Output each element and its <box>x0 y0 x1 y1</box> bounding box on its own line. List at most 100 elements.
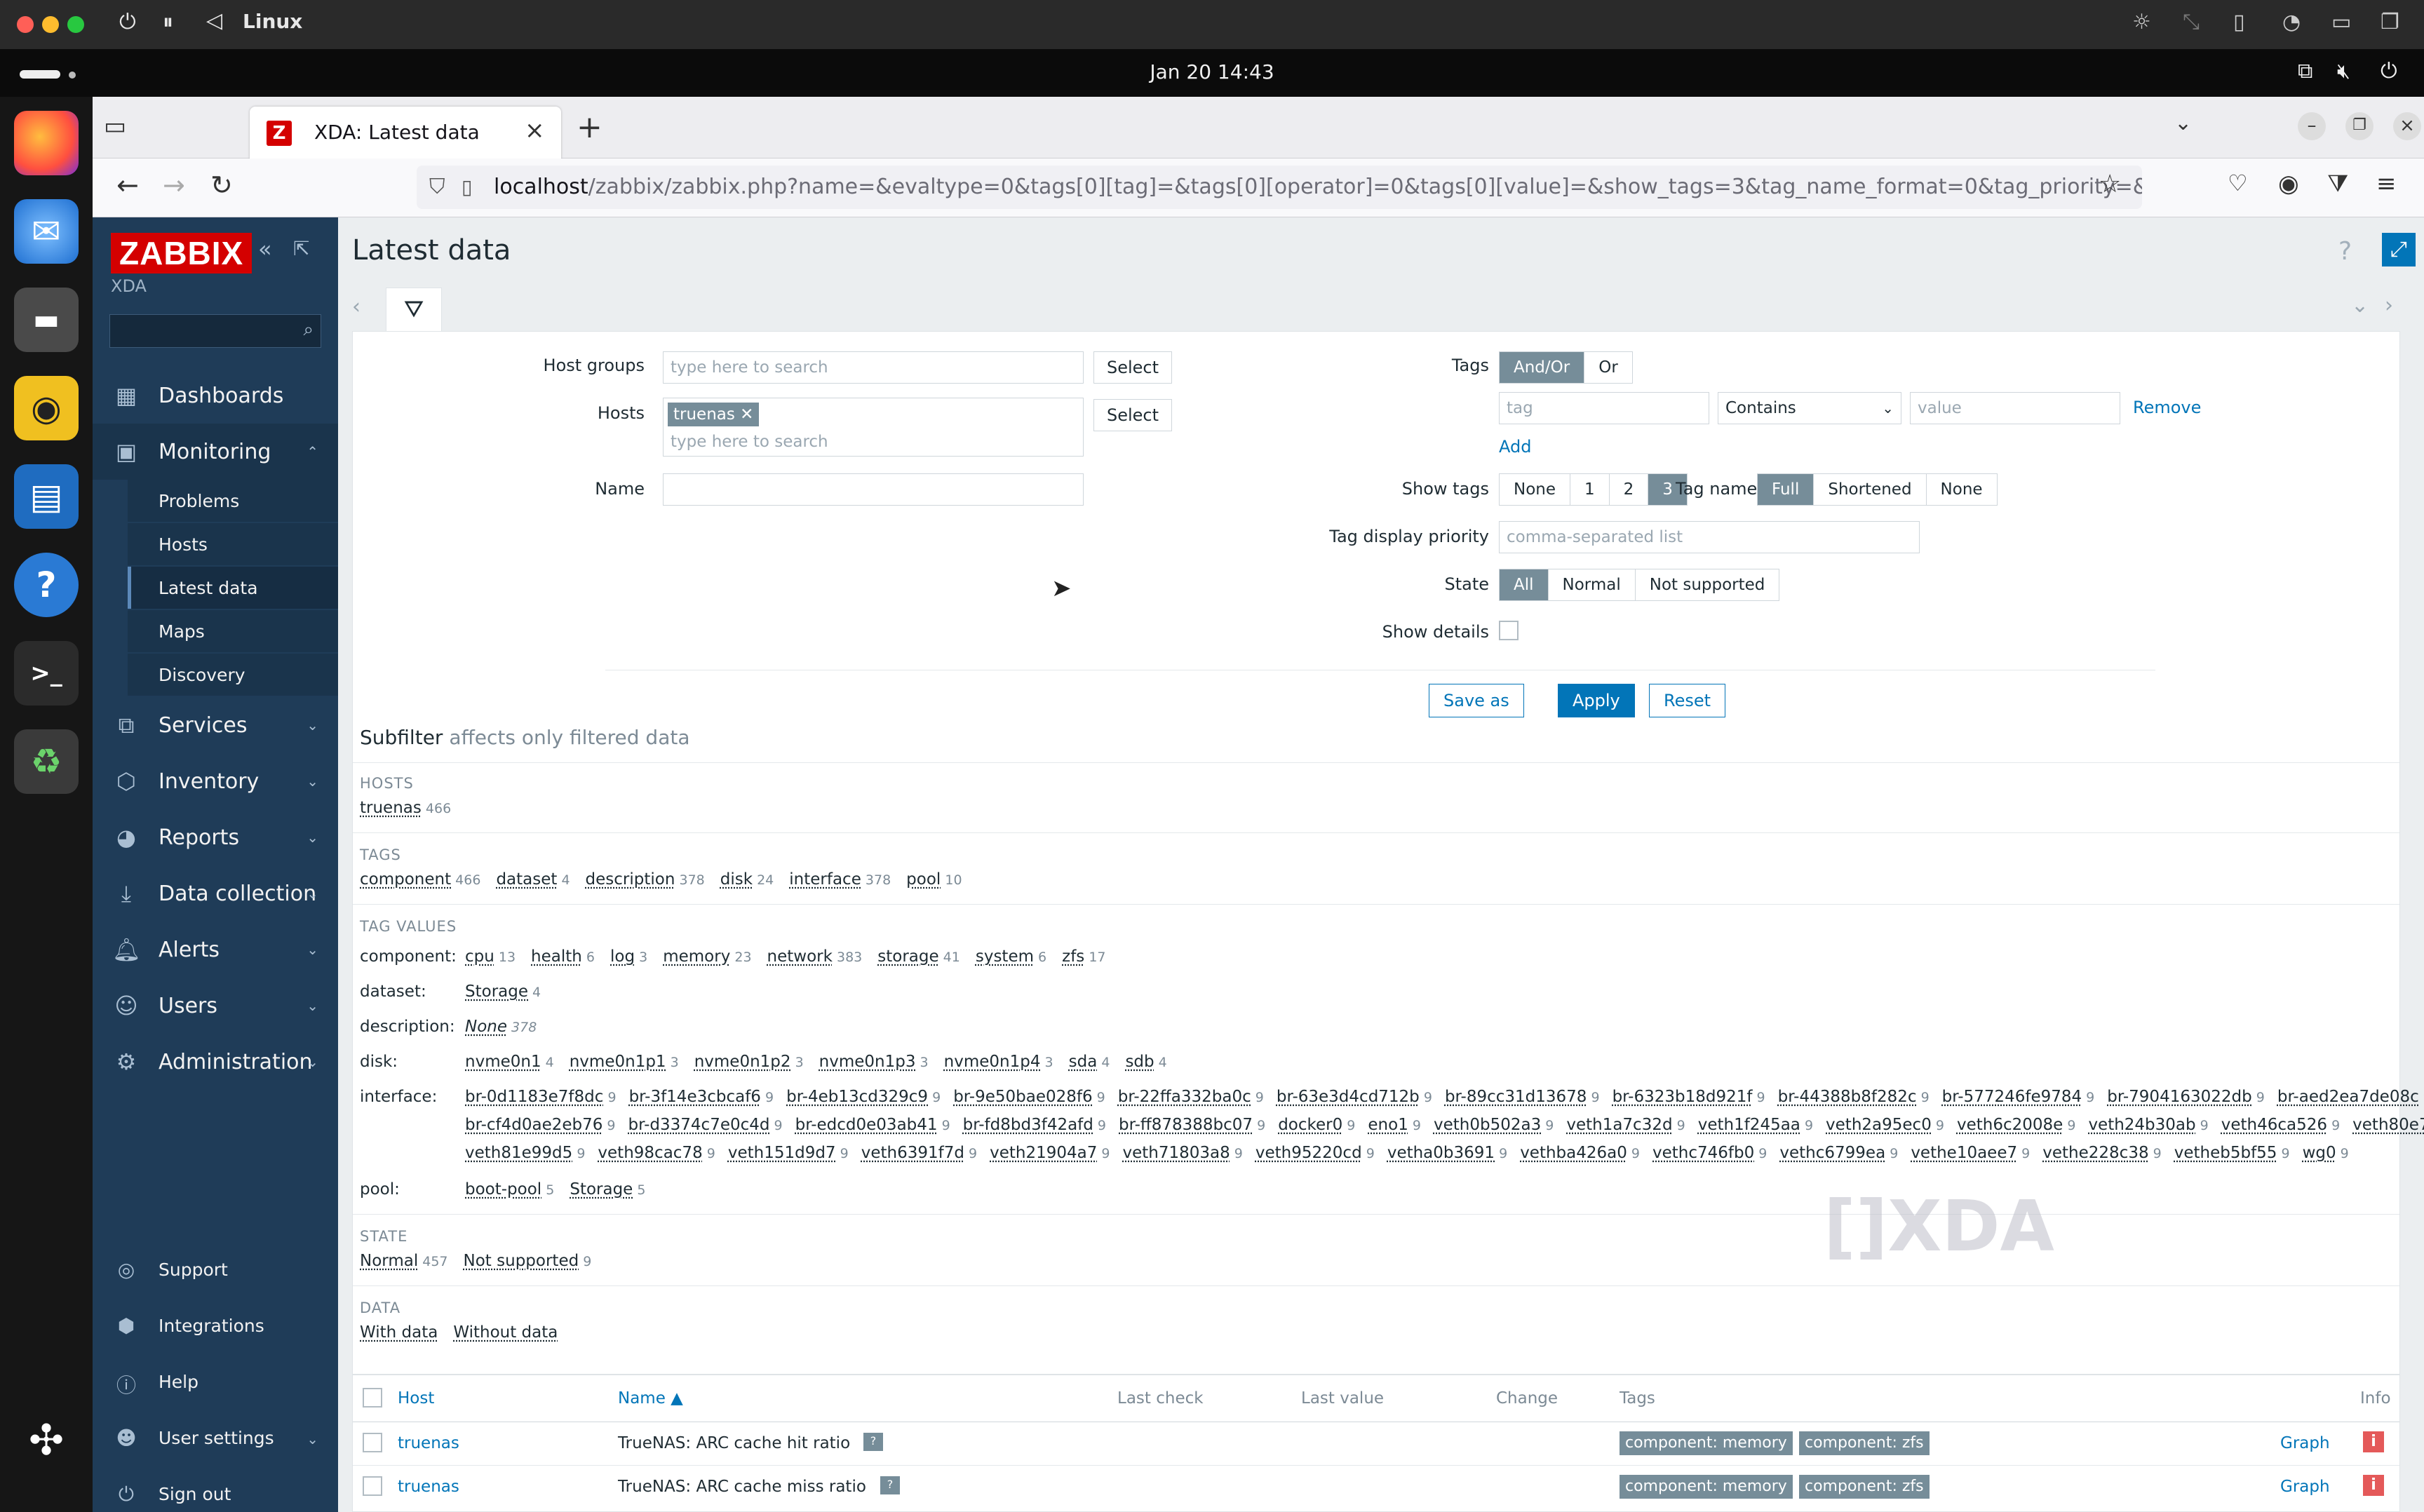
subfilter-value[interactable]: br-44388b8f282c 9 <box>1778 1088 1930 1106</box>
chip-remove-icon[interactable]: ✕ <box>740 405 753 424</box>
power-menu-icon[interactable]: ⏻ <box>2381 59 2397 83</box>
gauge-icon[interactable]: ◔ <box>2282 10 2301 34</box>
row-host-link[interactable]: truenas <box>398 1434 459 1452</box>
subfilter-value[interactable]: vethe228c38 9 <box>2042 1144 2161 1162</box>
subfilter-value[interactable]: veth46ca526 9 <box>2221 1116 2340 1134</box>
tag-name-none[interactable]: None <box>1926 474 1997 505</box>
terminal-icon[interactable]: >_ <box>14 641 79 706</box>
window-restore-button[interactable]: ❐ <box>2345 112 2374 140</box>
subfilter-value[interactable]: memory 23 <box>663 947 751 966</box>
menu-administration[interactable]: ⚙ Administration ⌄ <box>93 1034 338 1090</box>
subfilter-value[interactable]: br-4eb13cd329c9 9 <box>786 1088 941 1106</box>
subfilter-value[interactable]: nvme0n1p3 3 <box>819 1053 929 1071</box>
menu-monitoring[interactable]: ▣ Monitoring ⌃ <box>93 424 338 480</box>
subfilter-value[interactable]: nvme0n1p4 3 <box>944 1053 1053 1071</box>
rhythmbox-icon[interactable]: ◉ <box>14 376 79 440</box>
extensions-icon[interactable]: ⧩ <box>2327 170 2348 198</box>
description-icon[interactable]: ? <box>880 1476 900 1494</box>
subfilter-value[interactable]: vethc746fb0 9 <box>1652 1144 1767 1162</box>
subfilter-value[interactable]: br-7904163022db 9 <box>2107 1088 2265 1106</box>
help-dock-icon[interactable]: ? <box>14 553 79 617</box>
fullscreen-icon[interactable]: ⤢ <box>2382 233 2416 266</box>
subfilter-value[interactable]: veth0b502a3 9 <box>1434 1116 1554 1134</box>
subfilter-value[interactable]: br-22ffa332ba0c 9 <box>1118 1088 1264 1106</box>
row-checkbox[interactable] <box>363 1476 382 1496</box>
row-info-error-icon[interactable]: i <box>2363 1475 2384 1496</box>
subfilter-value[interactable]: veth1a7c32d 9 <box>1566 1116 1685 1134</box>
footer-help[interactable]: ⓘ Help <box>93 1355 338 1411</box>
close-tab-icon[interactable]: × <box>525 116 545 144</box>
subfilter-value[interactable]: component 466 <box>360 870 480 889</box>
window-close-button[interactable]: × <box>2393 112 2421 140</box>
tag-operator-select[interactable]: Contains ⌄ <box>1718 392 1901 424</box>
state-normal[interactable]: Normal <box>1548 569 1636 600</box>
subfilter-value[interactable]: Without data <box>453 1323 558 1342</box>
subfilter-value[interactable]: veth24b30ab 9 <box>2088 1116 2208 1134</box>
firefox-icon[interactable] <box>14 111 79 175</box>
chevron-down-icon[interactable]: ⌄ <box>2351 293 2369 318</box>
windows-icon[interactable]: ❐ <box>2381 10 2399 34</box>
subfilter-value[interactable]: vethc6799ea 9 <box>1779 1144 1898 1162</box>
menu-data-collection[interactable]: ⤓ Data collection ⌄ <box>93 865 338 922</box>
folder-share-icon[interactable]: ▭ <box>2331 10 2351 34</box>
subfilter-value[interactable]: br-89cc31d13678 9 <box>1445 1088 1600 1106</box>
row-name[interactable]: TrueNAS: ARC cache hit ratio <box>618 1434 850 1452</box>
pause-icon[interactable]: ⏸ <box>163 10 173 34</box>
subfilter-value[interactable]: vetheb5bf55 9 <box>2174 1144 2290 1162</box>
show-tags-1[interactable]: 1 <box>1570 474 1610 505</box>
subfilter-value[interactable]: veth80e7bb7 9 <box>2352 1116 2424 1134</box>
search-icon[interactable]: ⌕ <box>303 319 314 341</box>
add-tag-link[interactable]: Add <box>1499 437 1531 457</box>
subfilter-value[interactable]: wg0 9 <box>2303 1144 2349 1162</box>
chevron-right-icon[interactable]: › <box>2385 293 2393 318</box>
subfilter-value[interactable]: veth21904a7 9 <box>990 1144 1110 1162</box>
subfilter-value[interactable]: pool 10 <box>906 870 962 889</box>
hosts-input[interactable]: truenas ✕ type here to search <box>663 398 1084 457</box>
page-info-icon[interactable]: ▯ <box>462 166 472 209</box>
subfilter-value[interactable]: truenas 466 <box>360 799 451 817</box>
subfilter-value[interactable]: log 3 <box>610 947 647 966</box>
zabbix-logo[interactable]: ZABBIX <box>111 233 252 274</box>
footer-integrations[interactable]: ⬢ Integrations <box>93 1299 338 1355</box>
filter-icon[interactable]: ⛛ <box>386 288 442 332</box>
clock[interactable]: Jan 20 14:43 <box>0 60 2424 83</box>
subfilter-value[interactable]: br-fd8bd3f42afd 9 <box>963 1116 1106 1134</box>
remove-tag-link[interactable]: Remove <box>2133 398 2201 417</box>
subfilter-value[interactable]: boot-pool 5 <box>465 1180 554 1199</box>
compact-view-icon[interactable]: ⇱ <box>293 237 309 260</box>
subfilter-value[interactable]: disk 24 <box>720 870 774 889</box>
window-minimize-button[interactable]: – <box>2298 112 2326 140</box>
subfilter-value[interactable]: docker0 9 <box>1278 1116 1355 1134</box>
back-arrow-icon[interactable]: ← <box>116 170 139 201</box>
usb-icon[interactable]: ▯ <box>2233 10 2245 34</box>
tag-name-toggle[interactable]: Full Shortened None <box>1757 473 1998 506</box>
host-groups-input[interactable]: type here to search <box>663 351 1084 384</box>
row-tag[interactable]: component: memory <box>1620 1475 1793 1499</box>
state-all[interactable]: All <box>1500 569 1549 600</box>
tab-list-chevron-icon[interactable]: ⌄ <box>2174 111 2192 135</box>
back-triangle-icon[interactable]: ◁ <box>206 8 222 33</box>
subfilter-value[interactable]: br-aed2ea7de08c 9 <box>2277 1088 2424 1106</box>
tags-evaltype-toggle[interactable]: And/Or Or <box>1499 351 1633 384</box>
subfilter-value[interactable]: nvme0n1 4 <box>465 1053 554 1071</box>
show-apps-icon[interactable]: ✣ <box>14 1408 79 1473</box>
subfilter-value[interactable]: Not supported 9 <box>464 1252 592 1270</box>
subfilter-value[interactable]: veth1f245aa 9 <box>1698 1116 1813 1134</box>
subfilter-value[interactable]: None 378 <box>465 1018 537 1036</box>
subfilter-value[interactable]: Normal 457 <box>360 1252 448 1270</box>
collapse-sidebar-icon[interactable]: « <box>258 236 272 262</box>
row-name[interactable]: TrueNAS: ARC cache miss ratio <box>618 1478 866 1496</box>
subfilter-value[interactable]: br-edcd0e03ab41 9 <box>795 1116 950 1134</box>
brightness-icon[interactable]: ☼ <box>2132 10 2151 34</box>
subfilter-value[interactable]: veth6c2008e 9 <box>1957 1116 2075 1134</box>
subfilter-value[interactable]: veth81e99d5 9 <box>465 1144 585 1162</box>
help-icon[interactable]: ? <box>2338 237 2352 266</box>
subfilter-value[interactable]: interface 378 <box>789 870 891 889</box>
menu-dashboards[interactable]: ▦ Dashboards <box>93 367 338 424</box>
subfilter-value[interactable]: nvme0n1p2 3 <box>694 1053 804 1071</box>
description-icon[interactable]: ? <box>863 1433 883 1451</box>
row-graph-link[interactable]: Graph <box>2280 1434 2330 1452</box>
subfilter-value[interactable]: dataset 4 <box>496 870 570 889</box>
maximize-window-button[interactable] <box>67 16 84 33</box>
select-all-checkbox[interactable] <box>363 1388 382 1408</box>
